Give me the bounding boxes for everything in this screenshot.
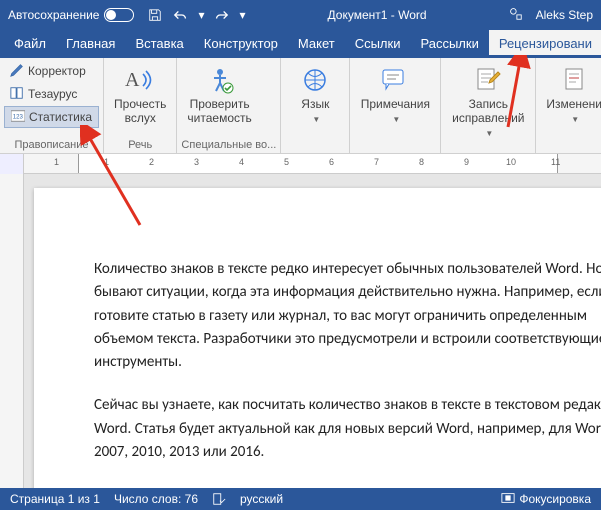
ribbon-tabs: Файл Главная Вставка Конструктор Макет С… [0,30,601,58]
accessibility-l2: читаемость [187,111,251,125]
title-bar: Автосохранение ▾ ▾ Документ1 - Word Alek… [0,0,601,30]
toggle-switch-icon [104,8,134,22]
undo-dropdown-icon[interactable]: ▾ [196,4,206,26]
track-l1: Запись [469,97,508,111]
svg-text:123: 123 [13,113,24,120]
group-label-accessibility: Специальные во... [181,137,276,153]
vertical-ruler[interactable] [0,174,24,490]
thesaurus-label: Тезаурус [28,87,77,101]
proofreader-button[interactable]: Корректор [4,60,99,82]
autosave-label: Автосохранение [8,8,99,22]
tab-home[interactable]: Главная [56,30,125,58]
status-focus[interactable]: Фокусировка [501,492,591,507]
redo-icon[interactable] [210,4,232,26]
statistics-icon: 123 [11,110,25,125]
ruler-corner [0,154,24,174]
quick-access-toolbar: ▾ ▾ [144,4,248,26]
track-changes-icon [474,64,502,96]
changes-label: Изменени [546,97,601,111]
user-name[interactable]: Aleks Step [536,8,593,22]
page-area[interactable]: Количество знаков в тексте редко интерес… [24,174,601,490]
statistics-label: Статистика [29,110,92,124]
language-icon [301,64,329,96]
tab-review[interactable]: Рецензировани [489,30,601,58]
changes-button[interactable]: Изменени ▼ [540,60,601,126]
accessibility-l1: Проверить [190,97,250,111]
tab-insert[interactable]: Вставка [125,30,193,58]
tab-layout[interactable]: Макет [288,30,345,58]
focus-label: Фокусировка [519,492,591,506]
changes-icon [560,64,588,96]
read-aloud-button[interactable]: A Прочестьвслух [108,60,172,126]
read-aloud-icon: A [125,64,155,96]
status-proof-icon[interactable] [212,492,226,506]
check-accessibility-button[interactable]: Проверитьчитаемость [181,60,257,126]
chevron-down-icon: ▼ [312,115,320,124]
tab-mailings[interactable]: Рассылки [410,30,488,58]
chevron-down-icon: ▼ [392,115,400,124]
group-language: Язык ▼ [281,58,350,153]
track-l2: исправлений [452,111,524,125]
read-aloud-l2: вслух [125,111,156,125]
paragraph: Сейчас вы узнаете, как посчитать количес… [94,394,601,464]
comments-icon [381,64,409,96]
save-icon[interactable] [144,4,166,26]
read-aloud-l1: Прочесть [114,97,166,111]
group-label-speech: Речь [108,137,172,153]
language-button[interactable]: Язык ▼ [285,60,345,126]
track-changes-button[interactable]: Записьисправлений ▼ [445,60,531,139]
status-language[interactable]: русский [240,492,283,506]
focus-icon [501,492,515,507]
statistics-button[interactable]: 123 Статистика [4,106,99,128]
tab-design[interactable]: Конструктор [194,30,288,58]
thesaurus-button[interactable]: Тезаурус [4,83,99,105]
document-page[interactable]: Количество знаков в тексте редко интерес… [34,188,601,490]
svg-text:A: A [125,69,140,91]
chevron-down-icon: ▼ [571,115,579,124]
autosave-toggle[interactable]: Автосохранение [8,8,134,22]
qat-customize-icon[interactable]: ▾ [236,4,248,26]
tab-file[interactable]: Файл [4,30,56,58]
paragraph: Количество знаков в тексте редко интерес… [94,258,601,374]
group-label-proofing: Правописание [4,137,99,153]
status-bar: Страница 1 из 1 Число слов: 76 русский Ф… [0,488,601,510]
undo-icon[interactable] [170,4,192,26]
status-word-count[interactable]: Число слов: 76 [114,492,198,506]
group-proofing: Корректор Тезаурус 123 Статистика Правоп… [0,58,104,153]
horizontal-ruler[interactable]: 1 1 2 3 4 5 6 7 8 9 10 11 [0,154,601,174]
chevron-down-icon: ▼ [485,129,493,138]
group-speech: A Прочестьвслух Речь [104,58,177,153]
accessibility-icon [206,64,234,96]
comments-label: Примечания [361,97,430,111]
workspace: Количество знаков в тексте редко интерес… [0,174,601,490]
comments-button[interactable]: Примечания ▼ [354,60,436,126]
thesaurus-icon [10,86,24,103]
ruler-scale: 1 1 2 3 4 5 6 7 8 9 10 11 [24,154,601,173]
ribbon: Корректор Тезаурус 123 Статистика Правоп… [0,58,601,154]
group-changes: Изменени ▼ [536,58,601,153]
group-comments: Примечания ▼ [350,58,441,153]
status-page[interactable]: Страница 1 из 1 [10,492,100,506]
tab-references[interactable]: Ссылки [345,30,411,58]
document-title: Документ1 - Word [258,8,495,22]
help-icon[interactable] [506,7,526,24]
proofreader-label: Корректор [28,64,86,78]
proofreader-icon [10,63,24,80]
group-tracking: Записьисправлений ▼ [441,58,536,153]
group-accessibility: Проверитьчитаемость Специальные во... [177,58,281,153]
language-label: Язык [301,97,329,111]
